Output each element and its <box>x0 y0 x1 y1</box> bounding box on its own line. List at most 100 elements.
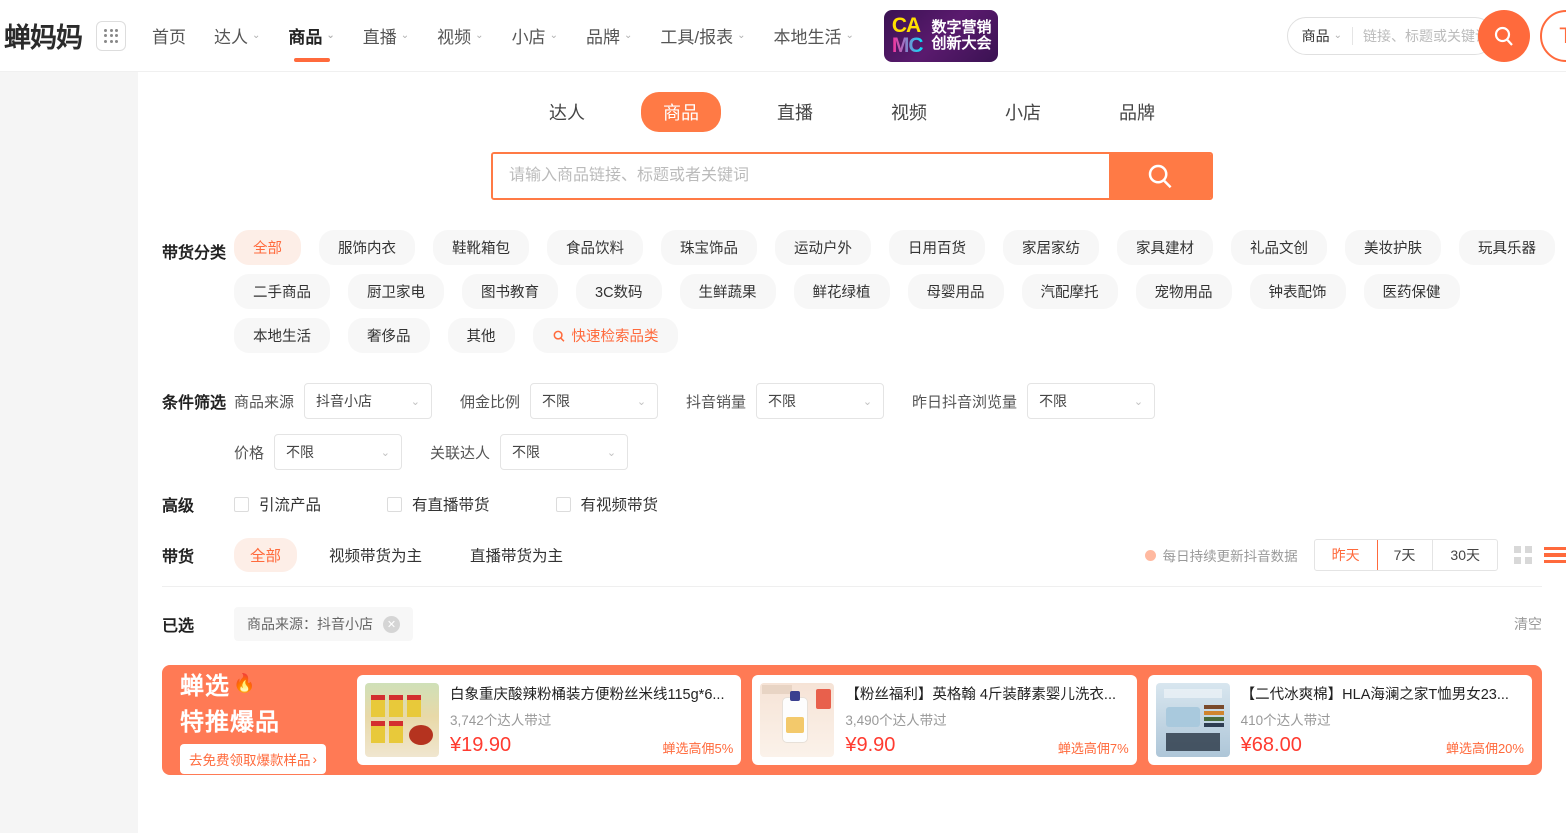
category-chip-15[interactable]: 3C数码 <box>576 274 662 309</box>
date-range-1[interactable]: 7天 <box>1377 540 1434 570</box>
tab-0[interactable]: 达人 <box>527 92 607 132</box>
product-thumbnail <box>760 683 834 757</box>
tab-3[interactable]: 视频 <box>869 92 949 132</box>
promo-card-1[interactable]: 【粉丝福利】英格翰 4斤装酵素婴儿洗衣... 3,490个达人带过 ¥9.90 … <box>752 675 1136 765</box>
checkbox-icon[interactable] <box>556 497 571 512</box>
top-search-button[interactable] <box>1478 10 1530 62</box>
nav-item-2[interactable]: 商品 ⌄ <box>288 0 334 72</box>
category-chip-8[interactable]: 家具建材 <box>1117 230 1213 265</box>
list-view-icon[interactable] <box>1544 547 1566 564</box>
category-chip-21[interactable]: 钟表配饰 <box>1250 274 1346 309</box>
category-chip-12[interactable]: 二手商品 <box>234 274 330 309</box>
category-chip-16[interactable]: 生鲜蔬果 <box>680 274 776 309</box>
daihuo-option-0[interactable]: 全部 <box>234 538 297 572</box>
camc-title: 数字营销 创新大会 <box>932 20 992 52</box>
condition-select[interactable]: 不限 ⌄ <box>500 434 628 470</box>
product-bottom: ¥9.90 蝉选高佣7% <box>845 734 1128 757</box>
product-title: 白象重庆酸辣粉桶装方便粉丝米线115g*6... <box>450 683 733 704</box>
nav-item-0[interactable]: 首页 <box>152 0 186 72</box>
selected-tag-0: 商品来源：抖音小店 ✕ <box>234 607 413 641</box>
category-chip-7[interactable]: 家居家纺 <box>1003 230 1099 265</box>
date-range-segmented: 昨天7天30天 <box>1314 539 1498 571</box>
advanced-option-0[interactable]: 引流产品 <box>234 493 321 515</box>
camc-promo-banner[interactable]: CA MC 数字营销 创新大会 <box>884 10 998 62</box>
category-chip-17[interactable]: 鲜花绿植 <box>794 274 890 309</box>
category-chip-13[interactable]: 厨卫家电 <box>348 274 444 309</box>
category-chip-14[interactable]: 图书教育 <box>462 274 558 309</box>
main-search-button[interactable] <box>1109 154 1211 198</box>
chevron-down-icon: ⌄ <box>845 31 853 41</box>
condition-select[interactable]: 不限 ⌄ <box>530 383 658 419</box>
app-grid-icon[interactable] <box>96 21 126 51</box>
date-range-2[interactable]: 30天 <box>1433 540 1497 570</box>
promo-card-0[interactable]: 白象重庆酸辣粉桶装方便粉丝米线115g*6... 3,742个达人带过 ¥19.… <box>357 675 741 765</box>
category-chip-20[interactable]: 宠物用品 <box>1136 274 1232 309</box>
category-chip-0[interactable]: 全部 <box>234 230 301 265</box>
category-chip-1[interactable]: 服饰内衣 <box>319 230 415 265</box>
main-search-input[interactable] <box>493 154 1109 198</box>
clear-filters-button[interactable]: 清空 <box>1514 614 1542 634</box>
condition-select[interactable]: 不限 ⌄ <box>274 434 402 470</box>
chevron-down-icon: ⌄ <box>863 395 872 408</box>
top-search-category[interactable]: 商品 ⌄ <box>1302 26 1352 46</box>
advanced-row: 高级 引流产品 有直播带货 有视频带货 <box>162 492 1566 516</box>
nav-item-1[interactable]: 达人 ⌄ <box>214 0 260 72</box>
condition-value: 不限 <box>542 391 570 411</box>
checkbox-icon[interactable] <box>387 497 402 512</box>
nav-item-3[interactable]: 直播 ⌄ <box>363 0 409 72</box>
condition-select[interactable]: 不限 ⌄ <box>1027 383 1155 419</box>
nav-item-4[interactable]: 视频 ⌄ <box>437 0 483 72</box>
condition-label: 佣金比例 <box>460 391 520 412</box>
promo-banner: 蝉选 🔥 特推爆品 去免费领取爆款样品 › 白象重庆酸辣粉桶装方便粉丝米线115… <box>162 665 1542 775</box>
top-search-box: 商品 ⌄ <box>1287 17 1494 55</box>
category-chip-23[interactable]: 本地生活 <box>234 318 330 353</box>
category-chip-3[interactable]: 食品饮料 <box>547 230 643 265</box>
top-search-input[interactable] <box>1353 28 1493 44</box>
category-chip-2[interactable]: 鞋靴箱包 <box>433 230 529 265</box>
category-chip-5[interactable]: 运动户外 <box>775 230 871 265</box>
tab-1[interactable]: 商品 <box>641 92 721 132</box>
product-commission: 蝉选高佣5% <box>663 738 734 757</box>
nav-item-6[interactable]: 品牌 ⌄ <box>586 0 632 72</box>
product-talent-count: 3,490个达人带过 <box>845 709 1128 729</box>
tab-2[interactable]: 直播 <box>755 92 835 132</box>
user-avatar[interactable]: T <box>1540 10 1566 62</box>
advanced-option-label: 有直播带货 <box>412 493 490 515</box>
advanced-option-2[interactable]: 有视频带货 <box>556 493 659 515</box>
nav-item-label: 商品 <box>288 23 322 48</box>
tab-4[interactable]: 小店 <box>983 92 1063 132</box>
quick-category-search-button[interactable]: 快速检索品类 <box>533 318 678 353</box>
condition-select[interactable]: 抖音小店 ⌄ <box>304 383 432 419</box>
category-chip-6[interactable]: 日用百货 <box>889 230 985 265</box>
promo-card-2[interactable]: 【二代冰爽棉】HLA海澜之家T恤男女23... 410个达人带过 ¥68.00 … <box>1148 675 1532 765</box>
product-talent-count: 3,742个达人带过 <box>450 709 733 729</box>
category-chip-24[interactable]: 奢侈品 <box>348 318 430 353</box>
nav-item-7[interactable]: 工具/报表 ⌄ <box>660 0 745 72</box>
tab-5[interactable]: 品牌 <box>1097 92 1177 132</box>
advanced-option-1[interactable]: 有直播带货 <box>387 493 490 515</box>
category-chip-22[interactable]: 医药保健 <box>1364 274 1460 309</box>
advanced-label: 高级 <box>162 492 234 516</box>
category-chip-25[interactable]: 其他 <box>448 318 515 353</box>
condition-label: 关联达人 <box>430 442 490 463</box>
category-chip-19[interactable]: 汽配摩托 <box>1022 274 1118 309</box>
nav-item-5[interactable]: 小店 ⌄ <box>512 0 558 72</box>
category-chip-11[interactable]: 玩具乐器 <box>1459 230 1555 265</box>
date-range-0[interactable]: 昨天 <box>1314 539 1378 571</box>
promo-cta-button[interactable]: 去免费领取爆款样品 › <box>180 744 326 774</box>
close-icon[interactable]: ✕ <box>383 616 400 633</box>
category-chip-10[interactable]: 美妆护肤 <box>1345 230 1441 265</box>
checkbox-icon[interactable] <box>234 497 249 512</box>
search-icon <box>552 329 566 343</box>
grid-view-icon[interactable] <box>1514 546 1532 564</box>
condition-select[interactable]: 不限 ⌄ <box>756 383 884 419</box>
daihuo-option-2[interactable]: 直播带货为主 <box>454 538 579 572</box>
category-chip-4[interactable]: 珠宝饰品 <box>661 230 757 265</box>
category-chip-18[interactable]: 母婴用品 <box>908 274 1004 309</box>
conditions-row-1: 条件筛选 商品来源 抖音小店 ⌄ 佣金比例 不限 ⌄ 抖音销量 不限 ⌄ 昨日抖… <box>162 383 1566 419</box>
nav-item-8[interactable]: 本地生活 ⌄ <box>773 0 853 72</box>
site-logo[interactable]: 蝉妈妈 <box>4 16 82 55</box>
nav-item-label: 本地生活 <box>773 23 841 48</box>
category-chip-9[interactable]: 礼品文创 <box>1231 230 1327 265</box>
daihuo-option-1[interactable]: 视频带货为主 <box>313 538 438 572</box>
